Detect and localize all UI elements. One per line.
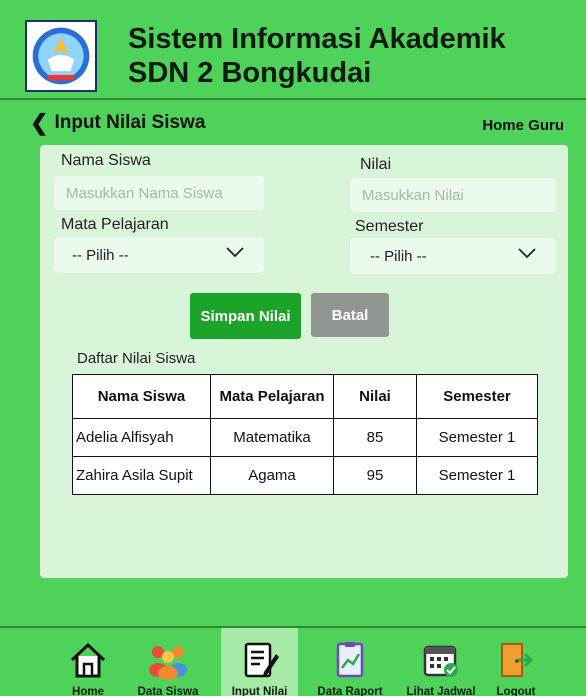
app-title-line2: SDN 2 Bongkudai — [128, 57, 372, 89]
student-name-label: Nama Siswa — [61, 152, 151, 169]
app-title: Sistem Informasi Akademik SDN 2 Bongkuda… — [128, 22, 568, 90]
nav-item-data-raport[interactable]: Data Raport — [308, 628, 392, 696]
table-cell: Agama — [210, 456, 334, 495]
school-logo — [25, 20, 97, 92]
home-icon — [70, 642, 106, 678]
table-row[interactable]: Zahira Asila Supit Agama 95 Semester 1 — [72, 456, 538, 495]
table-cell: Matematika — [210, 418, 334, 457]
student-name-input[interactable] — [54, 176, 264, 210]
nav-item-logout[interactable]: Logout — [488, 628, 544, 696]
edit-list-icon — [244, 642, 279, 678]
semester-label: Semester — [355, 218, 424, 235]
grade-table: Nama Siswa Mata Pelajaran Nilai Semester… — [72, 374, 538, 495]
breadcrumb[interactable]: Home Guru — [482, 117, 564, 134]
grade-input[interactable] — [350, 178, 556, 212]
nav-label: Home — [72, 686, 104, 696]
back-button[interactable]: ❮ Input Nilai Siswa — [30, 112, 205, 134]
nav-label: Lihat Jadwal — [406, 686, 476, 696]
nav-item-input-nilai[interactable]: Input Nilai — [221, 628, 298, 696]
page-subbar: ❮ Input Nilai Siswa Home Guru — [0, 108, 586, 140]
column-header: Nilai — [333, 374, 417, 419]
table-header-row: Nama Siswa Mata Pelajaran Nilai Semester — [72, 374, 538, 419]
table-cell: Zahira Asila Supit — [72, 456, 211, 495]
tut-wuri-handayani-logo-icon — [32, 27, 90, 85]
nav-label: Data Raport — [317, 686, 383, 696]
subject-label: Mata Pelajaran — [61, 216, 169, 233]
page-title: Input Nilai Siswa — [54, 112, 206, 133]
chevron-down-icon — [518, 248, 536, 259]
table-cell: 85 — [333, 418, 417, 457]
table-cell: Adelia Alfisyah — [72, 418, 211, 457]
table-cell: Semester 1 — [416, 456, 538, 495]
app-header: Sistem Informasi Akademik SDN 2 Bongkuda… — [0, 0, 586, 100]
chevron-down-icon — [226, 247, 244, 258]
grade-input-card: Nama Siswa Nilai Mata Pelajaran -- Pilih… — [40, 145, 568, 578]
report-chart-icon — [336, 642, 364, 678]
save-grade-button[interactable]: Simpan Nilai — [190, 293, 301, 339]
nav-label: Logout — [496, 686, 536, 696]
subject-select-value: -- Pilih -- — [72, 246, 129, 264]
semester-select[interactable]: -- Pilih -- — [350, 238, 556, 274]
nav-label: Data Siswa — [137, 686, 199, 696]
table-cell: Semester 1 — [416, 418, 538, 457]
nav-item-data-siswa[interactable]: Data Siswa — [126, 628, 210, 696]
subject-select[interactable]: -- Pilih -- — [54, 237, 264, 273]
grade-label: Nilai — [360, 156, 392, 173]
table-row[interactable]: Adelia Alfisyah Matematika 85 Semester 1 — [72, 418, 538, 457]
bottom-nav: Home Data Siswa Input Nilai Data Raport — [0, 626, 586, 696]
table-cell: 95 — [333, 456, 417, 495]
app-title-line1: Sistem Informasi Akademik — [128, 23, 506, 55]
nav-item-home[interactable]: Home — [62, 628, 114, 696]
column-header: Mata Pelajaran — [210, 374, 334, 419]
grade-list-title: Daftar Nilai Siswa — [77, 350, 196, 367]
nav-item-lihat-jadwal[interactable]: Lihat Jadwal — [396, 628, 486, 696]
logout-door-icon — [501, 643, 534, 677]
students-icon — [149, 646, 187, 680]
chevron-left-icon: ❮ — [30, 110, 49, 135]
calendar-check-icon — [423, 645, 458, 677]
column-header: Nama Siswa — [72, 374, 211, 419]
column-header: Semester — [416, 374, 538, 419]
nav-label: Input Nilai — [231, 686, 288, 696]
semester-select-value: -- Pilih -- — [370, 247, 427, 265]
cancel-button[interactable]: Batal — [311, 293, 389, 337]
